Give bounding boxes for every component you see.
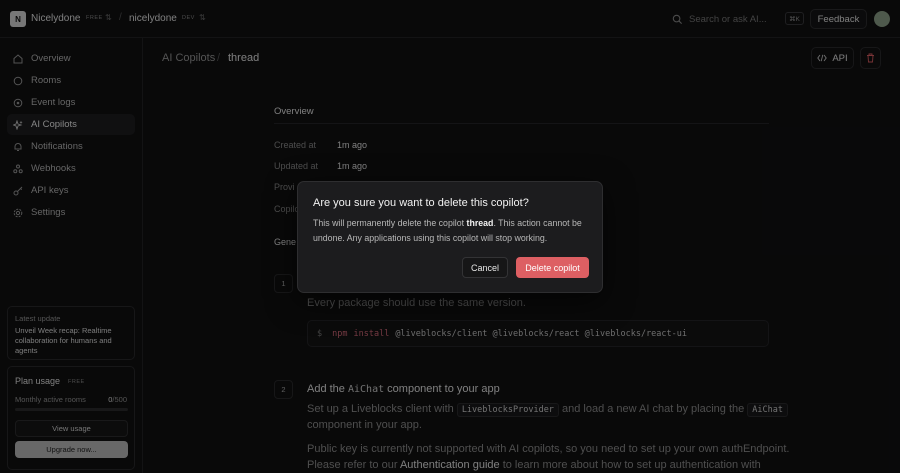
delete-copilot-button[interactable]: Delete copilot (516, 257, 589, 278)
dialog-body-text: This will permanently delete the copilot (313, 218, 467, 228)
dialog-copilot-name: thread (466, 218, 494, 228)
dialog-title: Are you sure you want to delete this cop… (313, 197, 529, 209)
delete-copilot-dialog: Are you sure you want to delete this cop… (297, 181, 603, 293)
dialog-body: This will permanently delete the copilot… (313, 216, 598, 245)
cancel-button[interactable]: Cancel (462, 257, 508, 278)
